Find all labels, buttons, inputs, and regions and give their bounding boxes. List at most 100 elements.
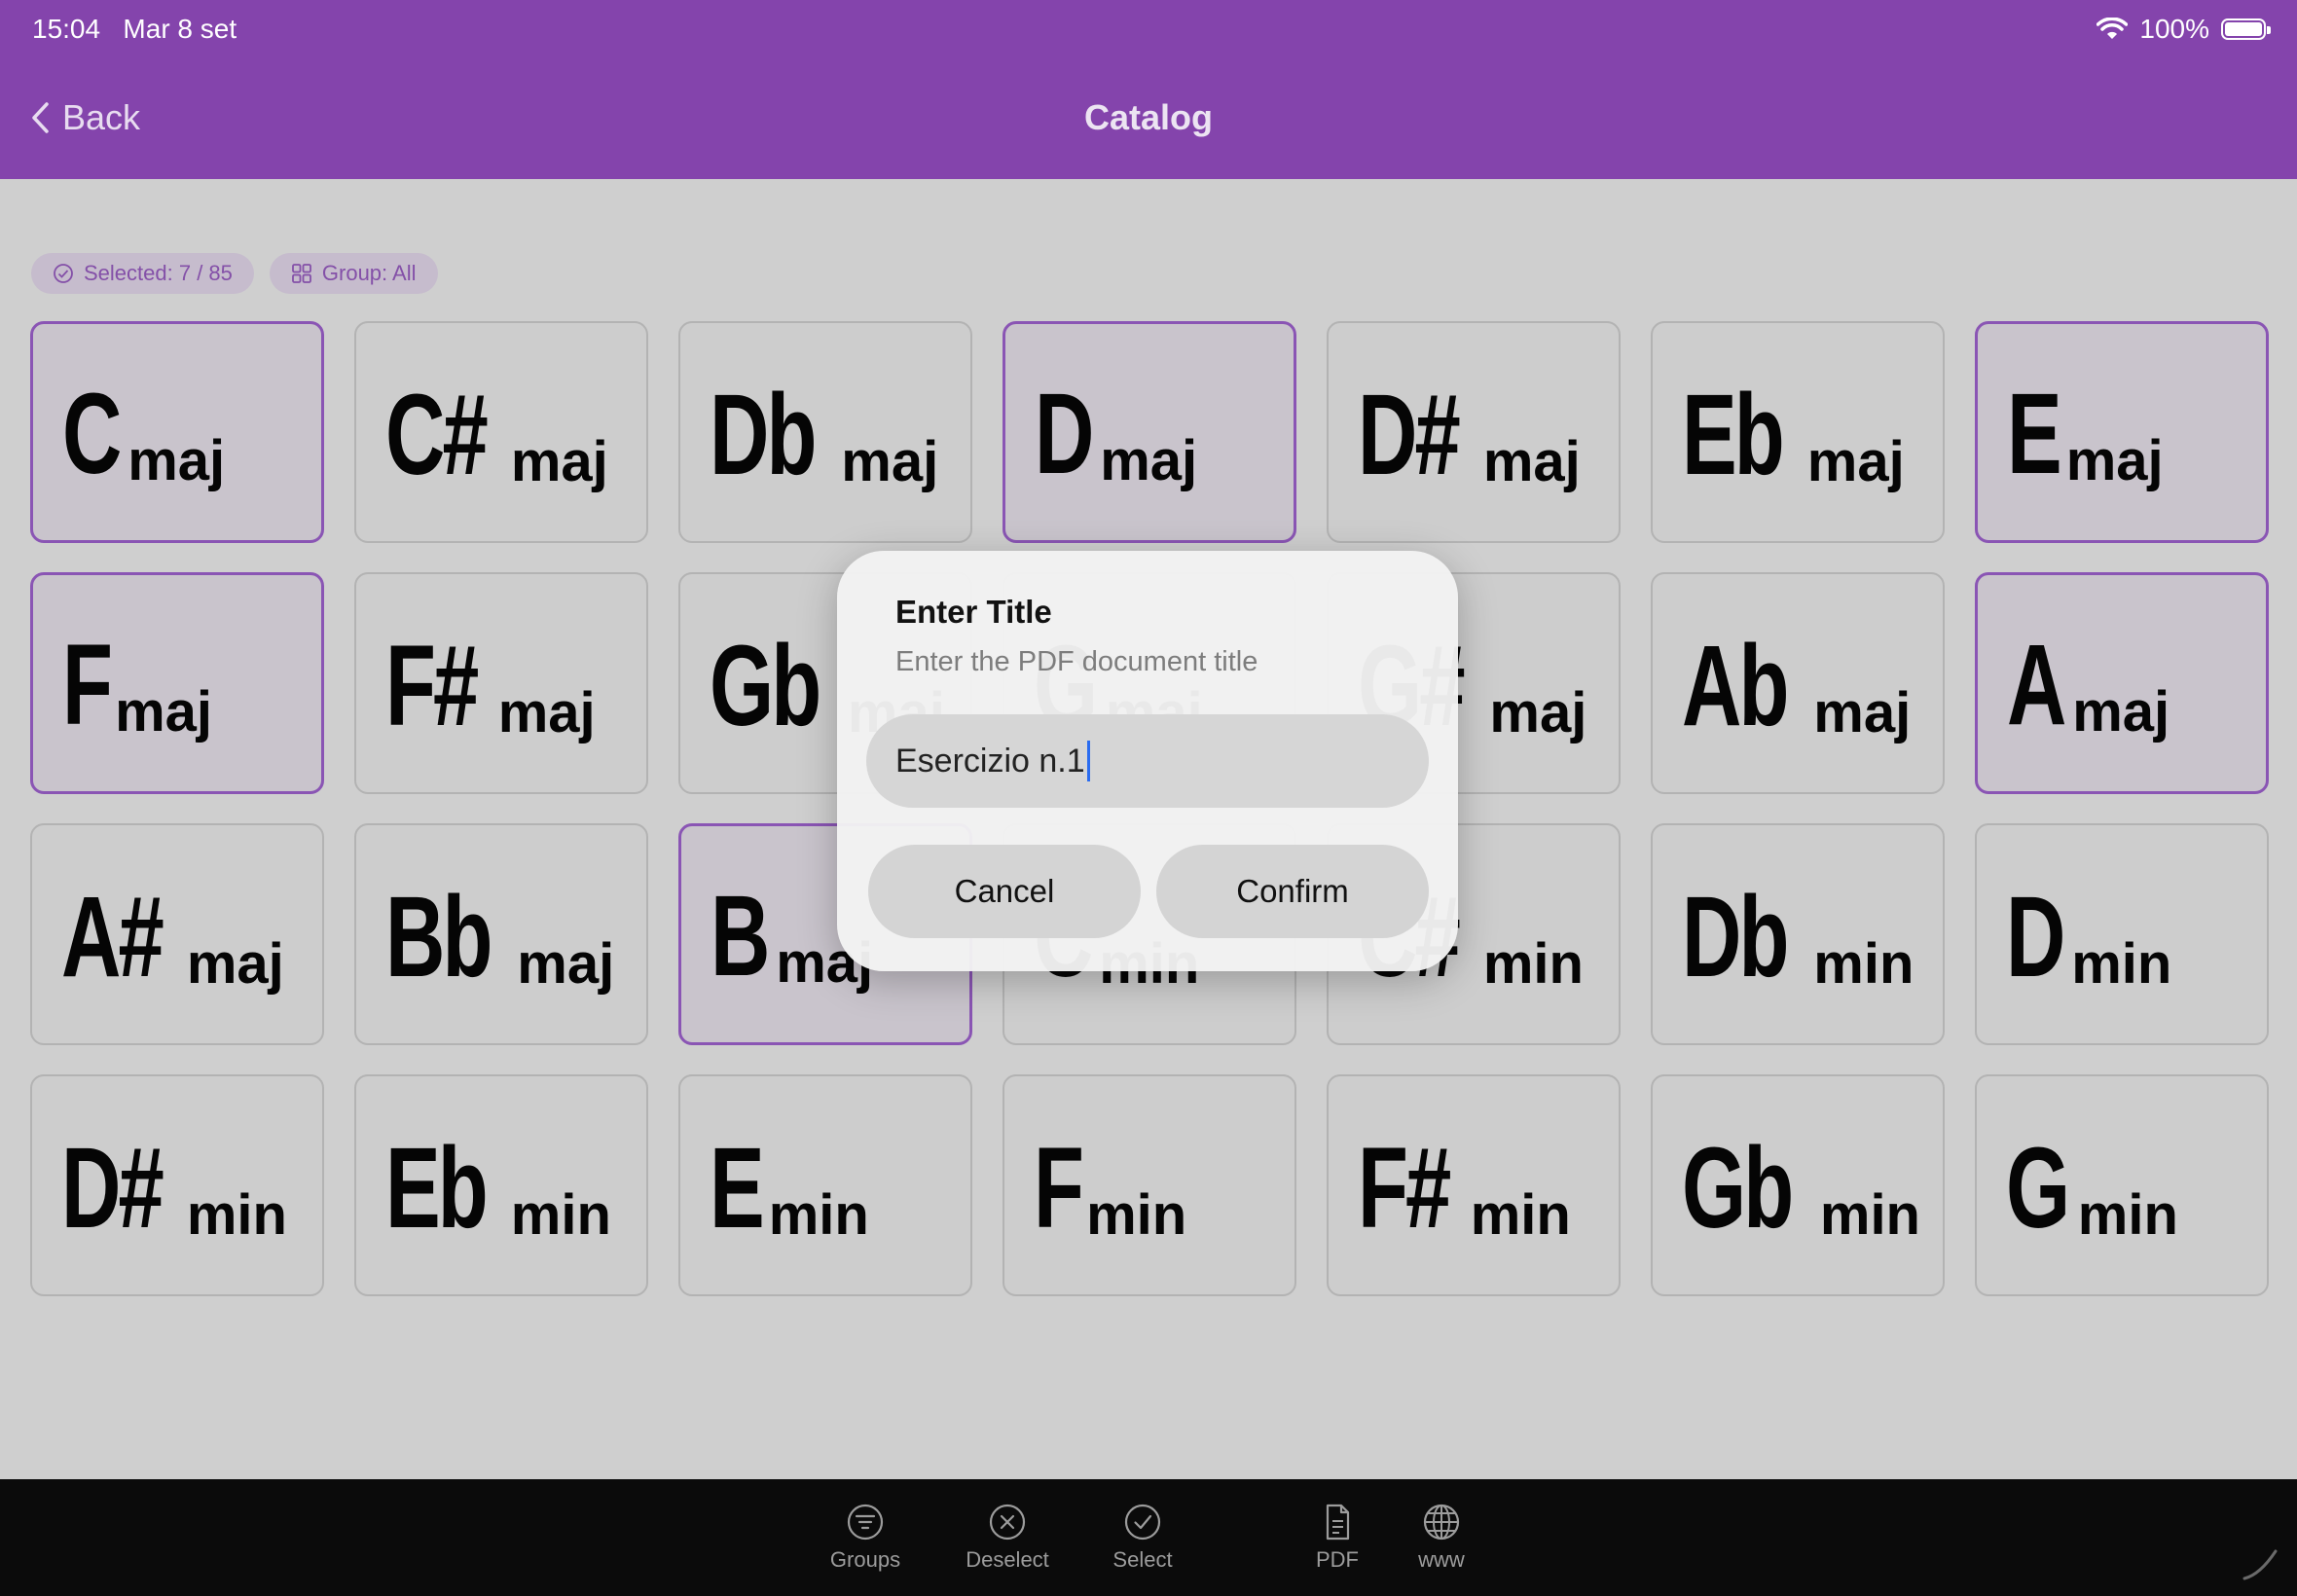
chord-card[interactable]: Bb maj: [354, 823, 648, 1045]
select-button[interactable]: Select: [1084, 1503, 1201, 1573]
title-input[interactable]: Esercizio n.1: [866, 714, 1429, 808]
chord-quality: maj: [1100, 429, 1198, 492]
chord-card[interactable]: F# maj: [354, 572, 648, 794]
chord-card[interactable]: Fmin: [1003, 1074, 1296, 1296]
chord-quality: maj: [1813, 681, 1912, 744]
group-chip[interactable]: Group: All: [269, 253, 438, 294]
document-icon: [1326, 1504, 1350, 1541]
groups-label: Groups: [829, 1547, 901, 1572]
chord-card[interactable]: Gmin: [1975, 1074, 2269, 1296]
text-caret: [1086, 741, 1090, 781]
chord-root: Ab: [1682, 622, 1789, 750]
www-button[interactable]: www: [1383, 1503, 1500, 1573]
chord-quality: maj: [2065, 429, 2164, 492]
chord-root: D: [1035, 370, 1094, 498]
chord-quality: maj: [2072, 680, 2170, 744]
status-date: Mar 8 set: [123, 14, 237, 44]
chord-root: B: [711, 872, 770, 1000]
chord-root: E: [710, 1124, 765, 1252]
grid-icon: [291, 264, 311, 283]
chord-quality: maj: [1489, 681, 1587, 744]
chord-root: F: [62, 621, 113, 749]
chord-card[interactable]: C# maj: [354, 321, 648, 543]
dialog-title: Enter Title: [895, 594, 1052, 630]
chord-root: G: [2006, 1124, 2070, 1252]
chord-root: Gb: [1682, 1124, 1794, 1252]
selected-count-label: Selected: 7 / 85: [84, 261, 233, 285]
check-circle-icon: [1124, 1504, 1161, 1541]
chord-root: E: [2007, 370, 2062, 498]
filter-chips: Selected: 7 / 85 Group: All: [31, 253, 438, 294]
chord-root: D#: [1358, 371, 1461, 499]
www-label: www: [1418, 1547, 1465, 1572]
chord-quality: min: [1482, 932, 1584, 996]
chord-quality: maj: [1482, 430, 1581, 493]
globe-icon: [1423, 1504, 1460, 1541]
chord-quality: maj: [186, 932, 284, 996]
top-bar: 15:04 Mar 8 set 100% Back Catalog: [0, 0, 2297, 179]
chord-quality: min: [186, 1183, 287, 1247]
chord-card[interactable]: Dmin: [1975, 823, 2269, 1045]
chord-quality: maj: [1806, 430, 1905, 493]
title-input-value: Esercizio n.1: [895, 742, 1085, 780]
status-time: 15:04 Mar 8 set: [32, 14, 237, 45]
wifi-icon: [2096, 18, 2129, 39]
confirm-button[interactable]: Confirm: [1156, 845, 1429, 938]
chord-card[interactable]: Ab maj: [1651, 572, 1945, 794]
chord-quality: maj: [517, 932, 615, 996]
deselect-button[interactable]: Deselect: [949, 1503, 1066, 1573]
chord-quality: min: [768, 1183, 869, 1247]
chord-card[interactable]: Dmaj: [1003, 321, 1296, 543]
chord-card[interactable]: Amaj: [1975, 572, 2269, 794]
cancel-button[interactable]: Cancel: [868, 845, 1141, 938]
chord-quality: min: [2077, 1183, 2178, 1247]
chord-card[interactable]: Db maj: [678, 321, 972, 543]
selected-count-chip[interactable]: Selected: 7 / 85: [31, 253, 254, 294]
group-label: Group: All: [321, 261, 417, 285]
chord-card[interactable]: Eb min: [354, 1074, 648, 1296]
groups-button[interactable]: Groups: [807, 1503, 924, 1573]
chord-root: D: [2006, 873, 2065, 1001]
chord-root: Eb: [385, 1124, 489, 1252]
chord-quality: min: [1470, 1183, 1571, 1247]
chord-quality: maj: [497, 681, 596, 744]
chord-root: F#: [385, 622, 479, 750]
chord-root: Db: [1682, 873, 1789, 1001]
chord-root: Db: [710, 371, 817, 499]
chord-quality: min: [2071, 932, 2172, 996]
chord-card[interactable]: Fmaj: [30, 572, 324, 794]
chord-card[interactable]: D# maj: [1327, 321, 1621, 543]
deselect-label: Deselect: [966, 1547, 1049, 1572]
pdf-button[interactable]: PDF: [1279, 1503, 1396, 1573]
chord-card[interactable]: Emin: [678, 1074, 972, 1296]
enter-title-dialog: Enter Title Enter the PDF document title…: [837, 551, 1458, 971]
chord-card[interactable]: Db min: [1651, 823, 1945, 1045]
chord-card[interactable]: Emaj: [1975, 321, 2269, 543]
chord-quality: maj: [510, 430, 608, 493]
battery-icon: [2221, 18, 2271, 40]
status-clock: 15:04: [32, 14, 101, 44]
scribble-indicator-icon: [2242, 1549, 2278, 1580]
chord-root: A#: [61, 873, 164, 1001]
check-circle-icon: [54, 264, 73, 283]
battery-percent: 100%: [2139, 14, 2209, 44]
dialog-subtitle: Enter the PDF document title: [895, 646, 1258, 677]
chord-card[interactable]: F# min: [1327, 1074, 1621, 1296]
chord-quality: maj: [841, 430, 939, 493]
chord-card[interactable]: Cmaj: [30, 321, 324, 543]
chord-card[interactable]: Eb maj: [1651, 321, 1945, 543]
chord-card[interactable]: Gb min: [1651, 1074, 1945, 1296]
chord-root: D#: [61, 1124, 164, 1252]
chord-card[interactable]: D# min: [30, 1074, 324, 1296]
filter-lines-icon: [847, 1504, 884, 1541]
chord-quality: maj: [128, 429, 226, 492]
bottom-toolbar: Groups Deselect Select PDF www: [0, 1479, 2297, 1596]
chord-root: Eb: [1682, 371, 1785, 499]
chord-root: F#: [1358, 1124, 1451, 1252]
x-circle-icon: [989, 1504, 1026, 1541]
chord-quality: min: [1813, 932, 1914, 996]
chord-quality: min: [510, 1183, 611, 1247]
chord-root: Bb: [385, 873, 492, 1001]
chord-card[interactable]: A# maj: [30, 823, 324, 1045]
chord-root: C#: [385, 371, 489, 499]
